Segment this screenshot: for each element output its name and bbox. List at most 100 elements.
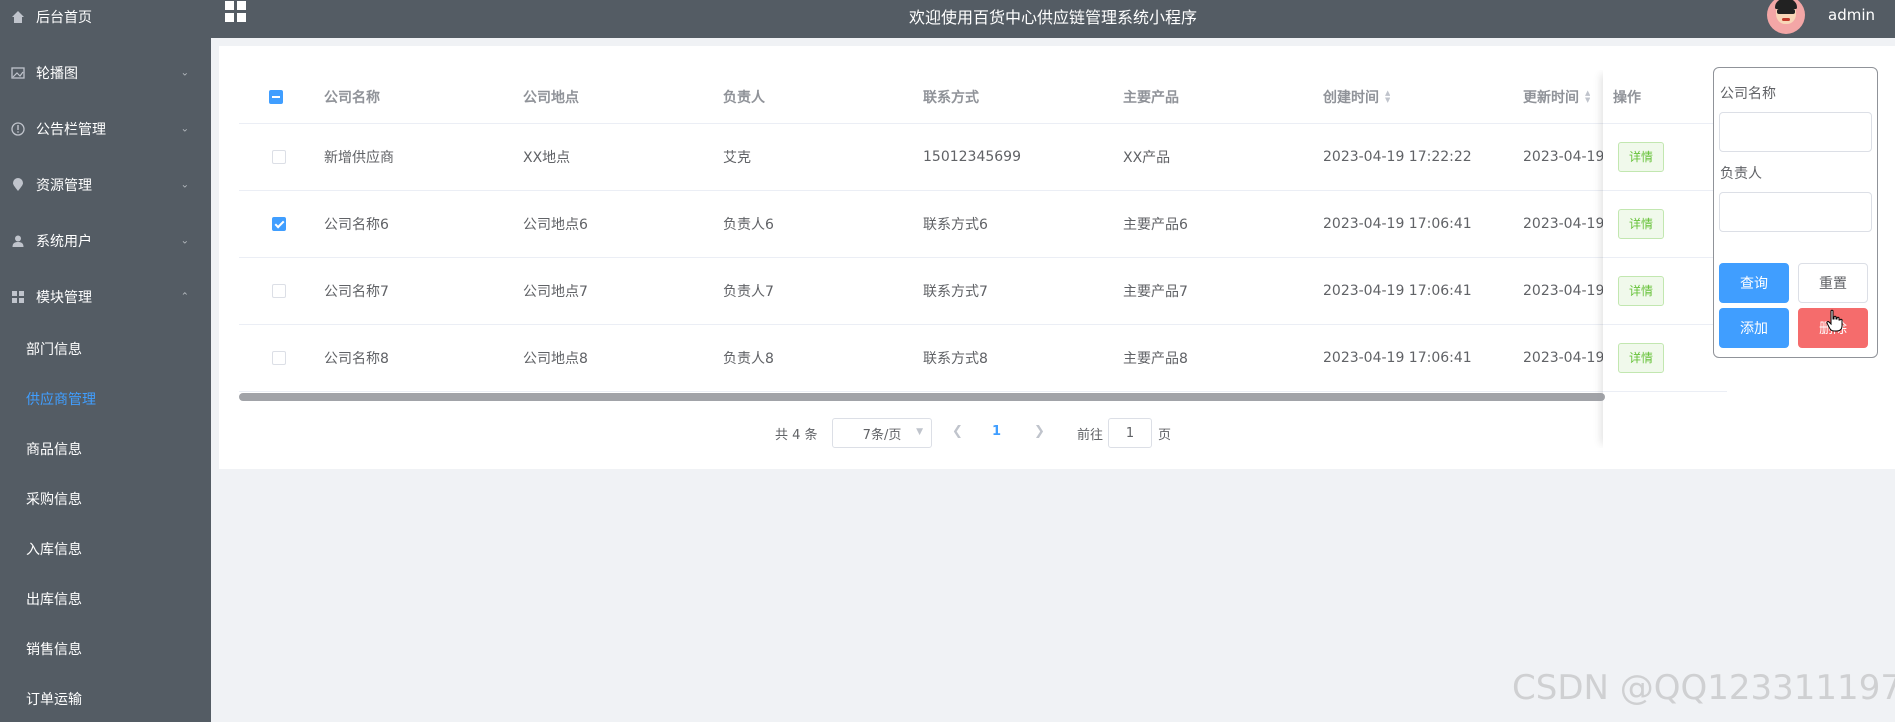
page-number[interactable]: 1 xyxy=(992,424,1001,439)
column-header-label: 创建时间 xyxy=(1323,89,1379,106)
row-checkbox-cell xyxy=(272,325,286,391)
pagination-total: 共 4 条 xyxy=(775,428,818,443)
chevron-down-icon: ⌄ xyxy=(180,123,189,135)
supplier-table: 公司名称 公司地点 负责人 联系方式 主要产品 创建时间 ▲ ▼ 更新时间 ▲ ▼ … xyxy=(239,70,1727,448)
column-header-label: 更新时间 xyxy=(1523,89,1579,106)
sidebar-item-home[interactable]: 后台首页 xyxy=(0,0,211,45)
sidebar-subitem-purchase[interactable]: 采购信息 xyxy=(0,474,211,524)
scrollbar-thumb[interactable] xyxy=(239,393,1605,401)
sidebar-item-system-users[interactable]: 系统用户 ⌄ xyxy=(0,213,211,269)
cell-updated: 2023-04-19 1 xyxy=(1523,216,1603,232)
goto-page-input[interactable] xyxy=(1108,418,1152,448)
column-header: 操作 xyxy=(1613,90,1641,106)
horizontal-scrollbar[interactable] xyxy=(239,393,1727,401)
row-checkbox-cell xyxy=(272,124,286,190)
sidebar-item-label: 系统用户 xyxy=(36,234,92,250)
avatar[interactable] xyxy=(1767,0,1805,34)
row-checkbox[interactable] xyxy=(272,217,286,231)
sidebar-item-modules[interactable]: 模块管理 ⌃ xyxy=(0,269,211,325)
next-page-icon[interactable]: ❯ xyxy=(1034,424,1045,439)
sidebar-subitem-label: 订单运输 xyxy=(26,692,82,708)
chevron-down-icon: ▼ xyxy=(916,427,923,437)
cell-manager: 负责人7 xyxy=(723,284,774,300)
sidebar-item-label: 模块管理 xyxy=(36,290,92,306)
table-row[interactable]: 新增供应商 XX地点 艾克 15012345699 XX产品 2023-04-1… xyxy=(239,124,1727,191)
query-button[interactable]: 查询 xyxy=(1719,263,1789,303)
sidebar-subitem-sales[interactable]: 销售信息 xyxy=(0,624,211,674)
chevron-down-icon: ⌄ xyxy=(180,235,189,247)
detail-button[interactable]: 详情 xyxy=(1618,343,1665,373)
cell-manager: 负责人6 xyxy=(723,217,774,233)
cell-name: 公司名称8 xyxy=(324,351,389,367)
column-header: 公司名称 xyxy=(324,89,380,106)
user-name[interactable]: admin xyxy=(1828,6,1875,24)
goto-label: 前往 xyxy=(1077,428,1104,443)
cell-location: 公司地点6 xyxy=(523,217,588,233)
table-row[interactable]: 公司名称8 公司地点8 负责人8 联系方式8 主要产品8 2023-04-19 … xyxy=(239,325,1727,392)
cell-location: 公司地点8 xyxy=(523,351,588,367)
page-suffix: 页 xyxy=(1158,428,1172,443)
detail-button[interactable]: 详情 xyxy=(1618,142,1665,172)
sidebar-subitem-stock-in[interactable]: 入库信息 xyxy=(0,524,211,574)
sidebar-subitem-department[interactable]: 部门信息 xyxy=(0,324,211,374)
table-row[interactable]: 公司名称6 公司地点6 负责人6 联系方式6 主要产品6 2023-04-19 … xyxy=(239,191,1727,258)
select-all-cell xyxy=(269,70,283,123)
main-card: 公司名称 公司地点 负责人 联系方式 主要产品 创建时间 ▲ ▼ 更新时间 ▲ ▼ … xyxy=(219,46,1895,469)
column-header-sortable[interactable]: 更新时间 ▲ ▼ xyxy=(1523,70,1590,123)
cell-name: 公司名称7 xyxy=(324,284,389,300)
page-title: 欢迎使用百货中心供应链管理系统小程序 xyxy=(908,8,1197,27)
sidebar-subitem-label: 部门信息 xyxy=(26,342,82,358)
cell-contact: 联系方式8 xyxy=(923,351,988,367)
row-checkbox[interactable] xyxy=(272,351,286,365)
sort-icon[interactable]: ▲ ▼ xyxy=(1585,89,1590,104)
table-row[interactable]: 公司名称7 公司地点7 负责人7 联系方式7 主要产品7 2023-04-19 … xyxy=(239,258,1727,325)
cell-contact: 联系方式6 xyxy=(923,217,988,233)
sidebar-item-notice[interactable]: 公告栏管理 ⌄ xyxy=(0,101,211,157)
info-icon xyxy=(10,121,26,137)
table-header-row: 公司名称 公司地点 负责人 联系方式 主要产品 创建时间 ▲ ▼ 更新时间 ▲ ▼ xyxy=(239,70,1727,124)
detail-button[interactable]: 详情 xyxy=(1618,276,1665,306)
cell-location: 公司地点7 xyxy=(523,284,588,300)
page-size-select[interactable]: 7条/页 ▼ xyxy=(832,418,932,448)
sidebar-subitem-shipping[interactable]: 订单运输 xyxy=(0,674,211,722)
column-header-sortable[interactable]: 创建时间 ▲ ▼ xyxy=(1323,70,1390,123)
watermark: CSDN @QQ123311197 xyxy=(1512,668,1895,708)
row-checkbox[interactable] xyxy=(272,150,286,164)
sidebar-item-carousel[interactable]: 轮播图 ⌄ xyxy=(0,45,211,101)
user-icon xyxy=(10,233,26,249)
detail-button[interactable]: 详情 xyxy=(1618,209,1665,239)
manager-input[interactable] xyxy=(1719,192,1872,232)
column-header: 负责人 xyxy=(723,89,765,106)
cell-name: 公司名称6 xyxy=(324,217,389,233)
cell-created: 2023-04-19 17:06:41 xyxy=(1323,216,1472,232)
sidebar-item-resources[interactable]: 资源管理 ⌄ xyxy=(0,157,211,213)
cell-manager: 艾克 xyxy=(723,150,751,166)
cell-product: 主要产品8 xyxy=(1123,351,1188,367)
sidebar-subitem-suppliers[interactable]: 供应商管理 xyxy=(0,374,211,424)
sidebar-item-label: 公告栏管理 xyxy=(36,122,106,138)
company-name-label: 公司名称 xyxy=(1720,86,1776,102)
cell-created: 2023-04-19 17:06:41 xyxy=(1323,350,1472,366)
chevron-up-icon: ⌃ xyxy=(180,291,189,303)
sidebar-subitem-label: 商品信息 xyxy=(26,442,82,458)
add-button[interactable]: 添加 xyxy=(1719,308,1789,348)
sidebar-subitem-products[interactable]: 商品信息 xyxy=(0,424,211,474)
chevron-down-icon: ⌄ xyxy=(180,67,189,79)
sidebar-subitem-label: 供应商管理 xyxy=(26,392,96,408)
sort-icon[interactable]: ▲ ▼ xyxy=(1385,89,1390,104)
sidebar: 后台首页 轮播图 ⌄ 公告栏管理 ⌄ 资源管理 ⌄ 系统用户 ⌄ 模块管理 ⌃ xyxy=(0,0,211,722)
sidebar-subitem-label: 入库信息 xyxy=(26,542,82,558)
sidebar-item-label: 后台首页 xyxy=(36,10,92,26)
pagination: 共 4 条 7条/页 ▼ ❮ 1 ❯ 前往 页 xyxy=(219,418,1895,448)
column-header: 公司地点 xyxy=(523,89,579,106)
prev-page-icon[interactable]: ❮ xyxy=(952,424,963,439)
sidebar-subitem-stock-out[interactable]: 出库信息 xyxy=(0,574,211,624)
manager-label: 负责人 xyxy=(1720,166,1762,182)
top-bar: 欢迎使用百货中心供应链管理系统小程序 admin xyxy=(211,0,1895,38)
company-name-input[interactable] xyxy=(1719,112,1872,152)
row-checkbox[interactable] xyxy=(272,284,286,298)
select-all-checkbox[interactable] xyxy=(269,89,283,104)
cell-location: XX地点 xyxy=(523,150,571,166)
reset-button[interactable]: 重置 xyxy=(1798,263,1868,303)
cell-updated: 2023-04-19 1 xyxy=(1523,350,1603,366)
